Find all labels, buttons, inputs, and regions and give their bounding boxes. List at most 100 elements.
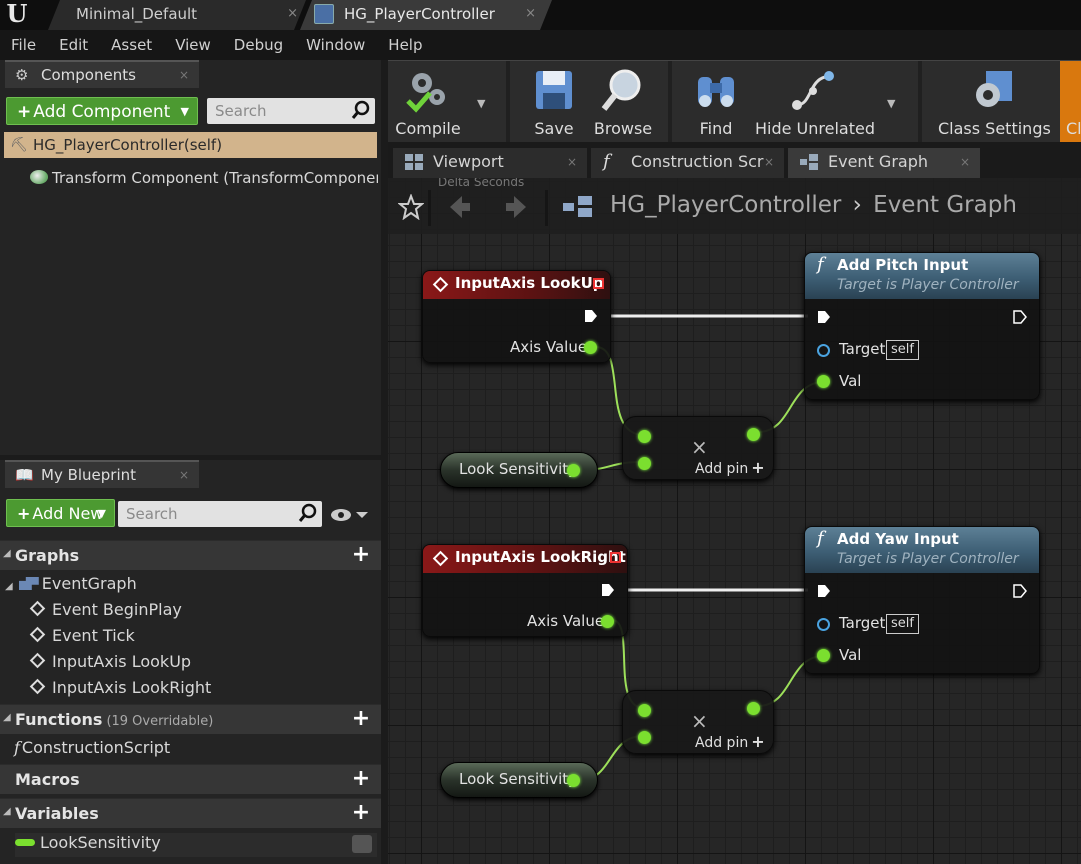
menu-view[interactable]: View <box>175 36 211 54</box>
class-defaults-button[interactable]: Cl <box>1060 61 1081 143</box>
multiply-input-pin-b[interactable] <box>638 457 651 470</box>
multiply-output-pin[interactable] <box>747 702 760 715</box>
my-blueprint-tab[interactable]: 📖 My Blueprint × <box>5 460 199 488</box>
menu-edit[interactable]: Edit <box>59 36 88 54</box>
val-pin[interactable] <box>817 649 830 662</box>
document-tab-minimal-default[interactable]: Minimal_Default × <box>48 0 306 30</box>
multiply-node[interactable]: × Add pin + <box>622 416 774 480</box>
target-pin[interactable] <box>817 344 830 357</box>
multiply-input-pin-a[interactable] <box>638 704 651 717</box>
menu-window[interactable]: Window <box>306 36 365 54</box>
exec-out-pin[interactable] <box>601 583 615 597</box>
component-item-label: Transform Component (TransformComponent) <box>52 169 378 187</box>
search-placeholder: Search <box>215 102 267 120</box>
components-search-input[interactable]: Search <box>207 98 375 124</box>
add-graph-button[interactable]: + <box>351 544 371 566</box>
compile-label: Compile <box>395 119 461 138</box>
multiply-input-pin-b[interactable] <box>638 731 651 744</box>
close-icon[interactable]: × <box>525 0 536 28</box>
close-icon[interactable]: × <box>764 148 774 176</box>
exec-out-pin[interactable] <box>1013 310 1027 324</box>
tab-viewport[interactable]: Viewport × <box>393 148 587 178</box>
add-pitch-input-node[interactable]: f Add Pitch Input Target is Player Contr… <box>804 252 1040 400</box>
close-icon[interactable]: × <box>179 62 189 88</box>
variable-visibility-icon[interactable] <box>352 835 372 853</box>
macros-category[interactable]: Macros + <box>0 764 381 794</box>
add-pin-button[interactable]: Add pin + <box>695 732 765 751</box>
document-tab-hg-playercontroller[interactable]: HG_PlayerController × <box>300 0 552 30</box>
variable-label: Look Sensitivity <box>459 770 577 788</box>
event-graph-canvas[interactable]: Delta Seconds HG_PlayerController › Even… <box>388 178 1081 864</box>
my-blueprint-search-input[interactable]: Search <box>118 501 322 527</box>
component-item-self[interactable]: ⛏ HG_PlayerController(self) <box>4 132 377 158</box>
axis-value-label: Axis Value <box>510 338 588 356</box>
add-variable-button[interactable]: + <box>351 802 371 824</box>
menu-asset[interactable]: Asset <box>111 36 152 54</box>
delegate-pin-icon[interactable] <box>593 278 604 289</box>
compile-button[interactable]: Compile <box>388 61 468 143</box>
event-item-tick[interactable]: Event Tick <box>29 626 135 645</box>
component-item-transform[interactable]: Transform Component (TransformComponent) <box>30 169 378 187</box>
close-icon[interactable]: × <box>179 462 189 488</box>
tab-event-graph[interactable]: Event Graph × <box>788 148 980 178</box>
event-graph-item[interactable]: ◢ EventGraph <box>5 574 137 593</box>
player-controller-icon: ⛏ <box>10 137 28 153</box>
toolbar-separator <box>668 61 672 143</box>
tab-construction-script[interactable]: f Construction Script × <box>591 148 784 178</box>
close-icon[interactable]: × <box>960 148 970 176</box>
multiply-input-pin-a[interactable] <box>638 430 651 443</box>
components-tab[interactable]: ⚙ Components × <box>5 60 199 88</box>
add-function-button[interactable]: + <box>351 708 371 730</box>
menu-debug[interactable]: Debug <box>234 36 283 54</box>
event-item-lookright[interactable]: InputAxis LookRight <box>29 678 211 697</box>
close-icon[interactable]: × <box>567 148 577 176</box>
add-pin-button[interactable]: Add pin + <box>695 458 765 477</box>
functions-category[interactable]: ◢ Functions (19 Overridable) + <box>0 704 381 734</box>
multiply-node[interactable]: × Add pin + <box>622 690 774 754</box>
look-sensitivity-getter-node[interactable]: Look Sensitivity <box>440 762 598 798</box>
compile-options-chevron-icon[interactable]: ▼ <box>477 97 485 110</box>
hide-unrelated-button[interactable]: Hide Unrelated <box>754 61 876 143</box>
exec-in-pin[interactable] <box>817 310 831 324</box>
variable-output-pin[interactable] <box>567 774 580 787</box>
variable-item-looksensitivity[interactable]: LookSensitivity <box>15 833 377 857</box>
graphs-category[interactable]: ◢ Graphs + <box>0 540 381 570</box>
val-pin[interactable] <box>817 375 830 388</box>
look-sensitivity-getter-node[interactable]: Look Sensitivity <box>440 452 598 488</box>
visibility-dropdown[interactable] <box>330 505 372 525</box>
variables-category[interactable]: ◢ Variables + <box>0 798 381 828</box>
hide-unrelated-chevron-icon[interactable]: ▼ <box>887 97 895 110</box>
functions-label: Functions (19 Overridable) <box>15 710 214 729</box>
multiply-output-pin[interactable] <box>747 428 760 441</box>
chevron-down-icon: ▼ <box>97 507 106 520</box>
construction-script-item[interactable]: f ConstructionScript <box>14 738 170 757</box>
axis-value-pin[interactable] <box>601 615 614 628</box>
delegate-pin-icon[interactable] <box>610 552 621 563</box>
menu-file[interactable]: File <box>11 36 36 54</box>
inputaxis-lookright-node[interactable]: InputAxis LookRight Axis Value <box>422 544 628 637</box>
variable-output-pin[interactable] <box>567 464 580 477</box>
target-pin[interactable] <box>817 618 830 631</box>
exec-out-pin[interactable] <box>584 309 598 323</box>
inputaxis-lookup-node[interactable]: InputAxis LookUp Axis Value <box>422 270 611 363</box>
viewport-icon <box>405 154 423 170</box>
transform-icon <box>30 170 48 184</box>
add-yaw-input-node[interactable]: f Add Yaw Input Target is Player Control… <box>804 526 1040 674</box>
find-button[interactable]: Find <box>686 61 746 143</box>
add-macro-button[interactable]: + <box>351 768 371 790</box>
event-item-beginplay[interactable]: Event BeginPlay <box>29 600 182 619</box>
exec-in-pin[interactable] <box>817 584 831 598</box>
add-new-button[interactable]: + Add New ▼ <box>6 499 115 527</box>
menu-help[interactable]: Help <box>388 36 422 54</box>
class-settings-button[interactable]: Class Settings <box>938 61 1051 143</box>
event-item-lookup[interactable]: InputAxis LookUp <box>29 652 191 671</box>
axis-value-pin[interactable] <box>584 341 597 354</box>
exec-out-pin[interactable] <box>1013 584 1027 598</box>
add-component-button[interactable]: + Add Component ▼ <box>6 97 198 125</box>
close-icon[interactable]: × <box>287 0 298 28</box>
axis-value-label: Axis Value <box>527 612 605 630</box>
save-button[interactable]: Save <box>524 61 584 143</box>
browse-button[interactable]: Browse <box>588 61 658 143</box>
construction-script-label: ConstructionScript <box>21 738 171 757</box>
tab-label: Event Graph <box>828 152 928 171</box>
